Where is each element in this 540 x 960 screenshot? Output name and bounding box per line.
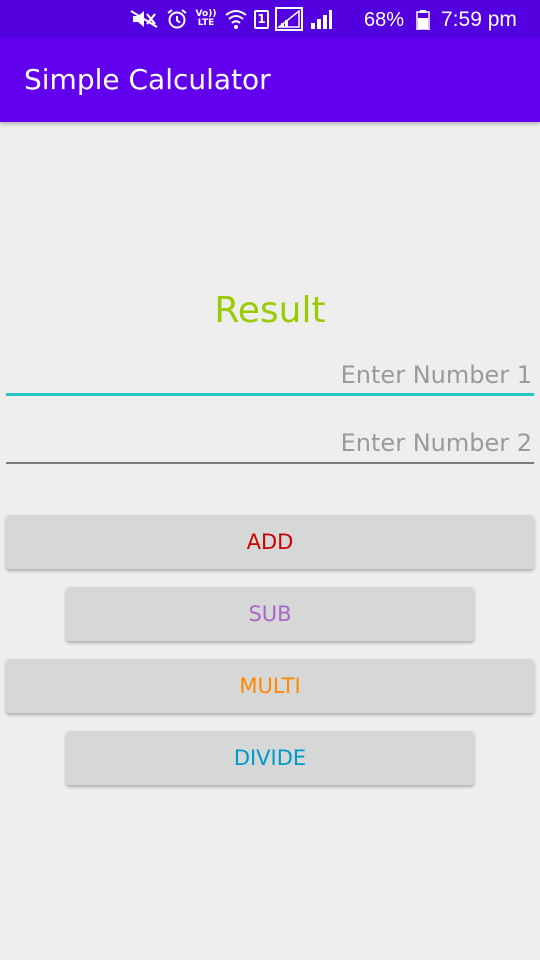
number-1-input[interactable]	[6, 356, 534, 396]
alarm-icon	[166, 8, 188, 30]
sim-icon: 1	[254, 9, 269, 29]
status-icons: Vo)) LTE 1	[130, 0, 339, 38]
wifi-icon	[224, 8, 248, 30]
clock: 7:59 pm	[441, 8, 517, 31]
add-button[interactable]: ADD	[6, 515, 534, 569]
volte-icon: Vo)) LTE	[194, 10, 218, 28]
signal-icon-2	[309, 8, 333, 30]
divide-button[interactable]: DIVIDE	[66, 731, 474, 785]
sub-button[interactable]: SUB	[66, 587, 474, 641]
app-title: Simple Calculator	[24, 63, 271, 96]
app-bar: Simple Calculator	[0, 38, 540, 122]
signal-icon	[275, 7, 303, 31]
mute-icon	[130, 8, 160, 30]
number-2-input[interactable]	[6, 424, 534, 464]
volte-bottom-text: LTE	[197, 18, 215, 28]
multi-button[interactable]: MULTI	[6, 659, 534, 713]
battery-percentage: 68%	[364, 9, 405, 31]
result-label: Result	[214, 290, 326, 331]
battery-icon	[416, 10, 430, 34]
status-bar: Vo)) LTE 1 68% 7:59 pm	[0, 0, 540, 38]
